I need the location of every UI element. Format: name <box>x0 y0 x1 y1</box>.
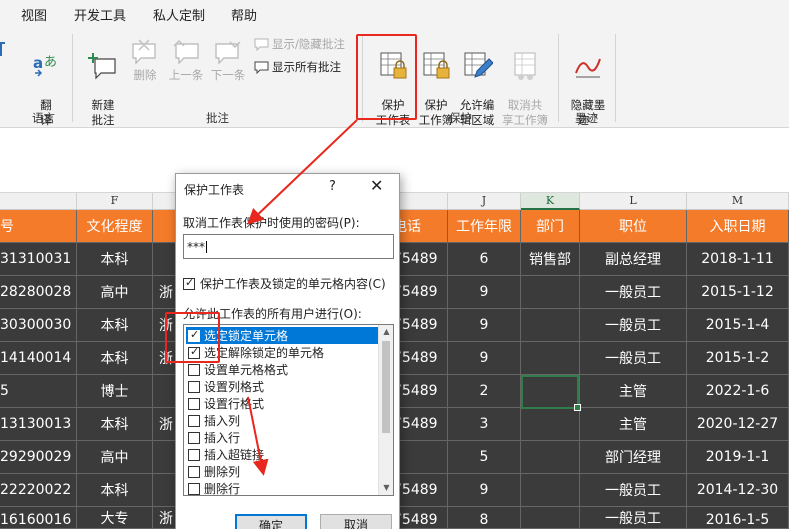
annotation-arrows <box>247 119 358 476</box>
annotation-arrow <box>247 119 358 225</box>
annotation-arrow <box>247 396 269 476</box>
